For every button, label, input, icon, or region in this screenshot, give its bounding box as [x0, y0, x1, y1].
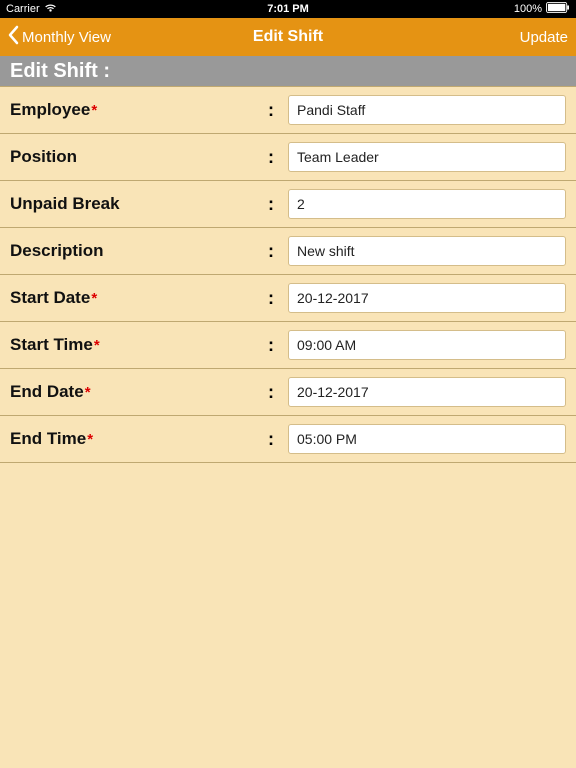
- label-end-time: End Time*: [10, 429, 268, 449]
- battery-percent: 100%: [514, 3, 542, 15]
- required-marker: *: [85, 384, 91, 401]
- label-description: Description: [10, 241, 268, 261]
- chevron-left-icon: [8, 25, 20, 49]
- label-position: Position: [10, 147, 268, 167]
- label-employee: Employee*: [10, 100, 268, 120]
- form-row-end-date: End Date* : 20-12-2017: [0, 369, 576, 416]
- label-start-time: Start Time*: [10, 335, 268, 355]
- label-end-date: End Date*: [10, 382, 268, 402]
- required-marker: *: [94, 337, 100, 354]
- back-label: Monthly View: [22, 29, 111, 46]
- form-row-end-time: End Time* : 05:00 PM: [0, 416, 576, 463]
- position-field[interactable]: Team Leader: [288, 142, 566, 172]
- label-unpaid-break: Unpaid Break: [10, 194, 268, 214]
- wifi-icon: [44, 3, 57, 16]
- required-marker: *: [91, 102, 97, 119]
- end-time-field[interactable]: 05:00 PM: [288, 424, 566, 454]
- status-bar: Carrier 7:01 PM 100%: [0, 0, 576, 18]
- nav-bar: Monthly View Edit Shift Update: [0, 18, 576, 56]
- back-button[interactable]: Monthly View: [8, 25, 111, 49]
- form-row-unpaid-break: Unpaid Break : 2: [0, 181, 576, 228]
- page-title: Edit Shift: [253, 28, 323, 46]
- description-field[interactable]: New shift: [288, 236, 566, 266]
- form-row-employee: Employee* : Pandi Staff: [0, 87, 576, 134]
- carrier-label: Carrier: [6, 3, 40, 15]
- start-time-field[interactable]: 09:00 AM: [288, 330, 566, 360]
- required-marker: *: [91, 290, 97, 307]
- form-row-start-time: Start Time* : 09:00 AM: [0, 322, 576, 369]
- status-time: 7:01 PM: [267, 3, 309, 15]
- form-row-position: Position : Team Leader: [0, 134, 576, 181]
- section-title: Edit Shift :: [10, 60, 110, 83]
- edit-shift-form: Employee* : Pandi Staff Position : Team …: [0, 86, 576, 463]
- form-row-start-date: Start Date* : 20-12-2017: [0, 275, 576, 322]
- employee-field[interactable]: Pandi Staff: [288, 95, 566, 125]
- start-date-field[interactable]: 20-12-2017: [288, 283, 566, 313]
- form-row-description: Description : New shift: [0, 228, 576, 275]
- section-header: Edit Shift :: [0, 56, 576, 86]
- unpaid-break-field[interactable]: 2: [288, 189, 566, 219]
- update-button[interactable]: Update: [520, 29, 568, 46]
- required-marker: *: [87, 431, 93, 448]
- label-start-date: Start Date*: [10, 288, 268, 308]
- battery-icon: [546, 2, 570, 16]
- end-date-field[interactable]: 20-12-2017: [288, 377, 566, 407]
